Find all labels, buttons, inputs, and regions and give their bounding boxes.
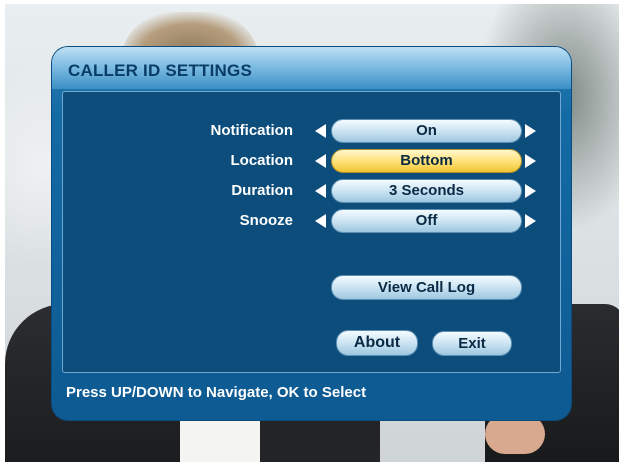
- person-face: [485, 414, 545, 454]
- dialog-title: CALLER ID SETTINGS: [68, 61, 252, 80]
- snooze-label: Snooze: [239, 212, 293, 229]
- settings-area: Notification On Location Bottom Duration…: [62, 91, 561, 373]
- notification-left-arrow-icon[interactable]: [315, 124, 326, 138]
- duration-right-arrow-icon[interactable]: [525, 184, 536, 198]
- caller-id-settings-dialog: CALLER ID SETTINGS Notification On Locat…: [52, 47, 571, 420]
- snooze-value[interactable]: Off: [331, 209, 522, 233]
- notification-value[interactable]: On: [331, 119, 522, 143]
- location-right-arrow-icon[interactable]: [525, 154, 536, 168]
- location-value[interactable]: Bottom: [331, 149, 522, 173]
- view-call-log-button[interactable]: View Call Log: [331, 275, 522, 300]
- location-label: Location: [230, 152, 294, 169]
- notification-right-arrow-icon[interactable]: [525, 124, 536, 138]
- notification-label: Notification: [210, 122, 294, 139]
- duration-left-arrow-icon[interactable]: [315, 184, 326, 198]
- about-button[interactable]: About: [336, 330, 418, 356]
- duration-value[interactable]: 3 Seconds: [331, 179, 522, 203]
- duration-label: Duration: [231, 182, 293, 199]
- snooze-left-arrow-icon[interactable]: [315, 214, 326, 228]
- exit-button[interactable]: Exit: [432, 331, 512, 356]
- snooze-right-arrow-icon[interactable]: [525, 214, 536, 228]
- navigation-hint: Press UP/DOWN to Navigate, OK to Select: [66, 384, 367, 401]
- person-shirt: [180, 414, 270, 462]
- location-left-arrow-icon[interactable]: [315, 154, 326, 168]
